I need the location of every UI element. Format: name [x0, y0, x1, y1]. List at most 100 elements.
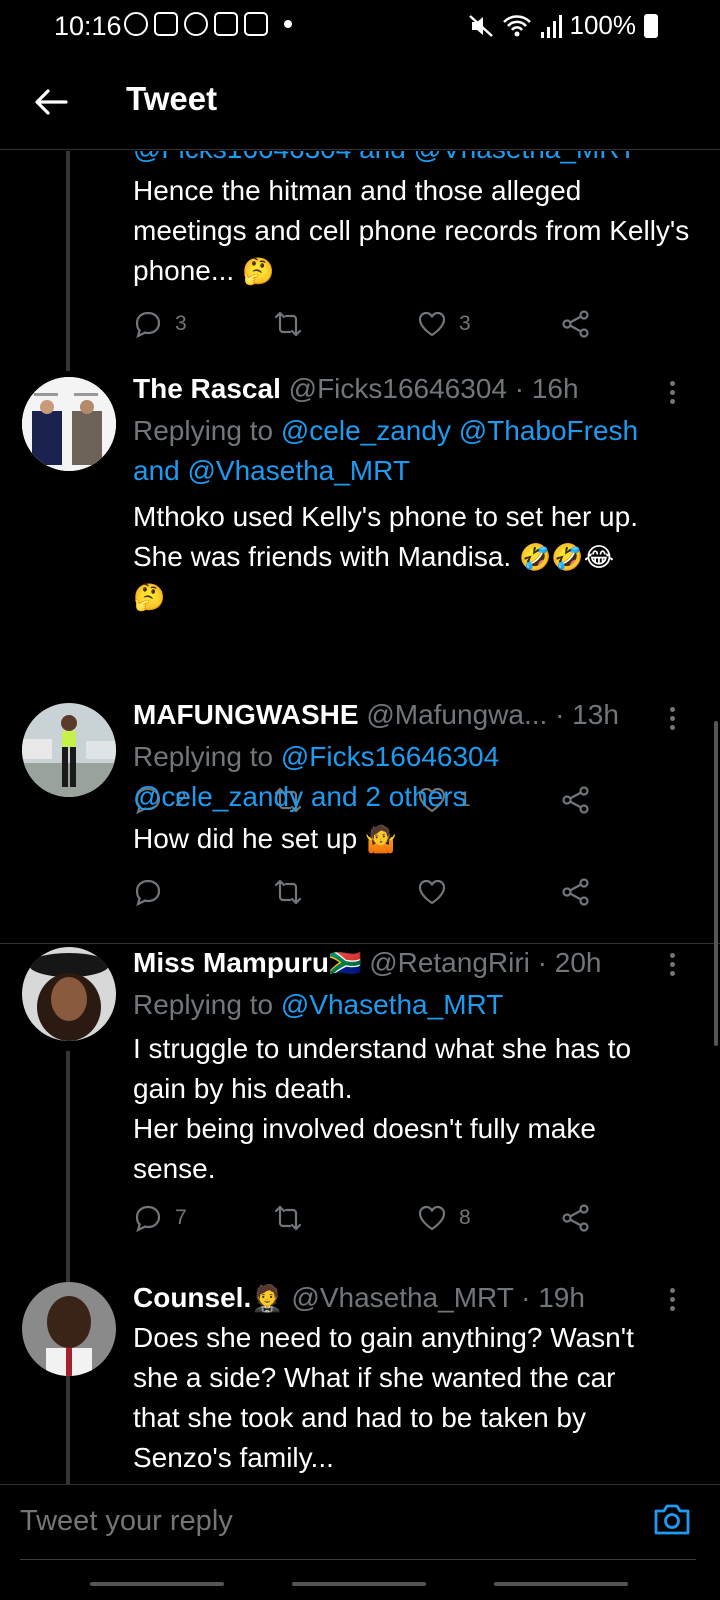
heart-icon [418, 311, 446, 337]
display-name[interactable]: Miss Mampuru [133, 947, 329, 978]
retweet-button[interactable] [273, 1201, 303, 1235]
tweet-text: Mthoko used Kelly's phone to set her up. [133, 501, 638, 532]
user-handle: @RetangRiri [369, 947, 530, 978]
checkbox-icon [244, 12, 268, 36]
separator-dot: · [521, 1282, 531, 1313]
tweet-actions: 7 8 [133, 1201, 613, 1241]
more-options-icon[interactable] [670, 953, 676, 980]
replying-to: Replying to @Vhasetha_MRT [133, 985, 680, 1025]
separator-dot: · [555, 699, 565, 730]
tweet-body: How did he set up 🤷 [133, 819, 690, 859]
more-options-icon[interactable] [670, 1288, 676, 1315]
more-options-icon[interactable] [670, 707, 676, 734]
tweet-body: Mthoko used Kelly's phone to set her up.… [133, 497, 690, 617]
tweet-text: Does she need to gain anything? Wasn't [133, 1322, 634, 1353]
youtube-icon [154, 12, 178, 36]
tweet-body: I struggle to understand what she has to… [133, 1029, 690, 1189]
avatar[interactable] [22, 703, 116, 797]
signal-icon [540, 14, 562, 38]
replying-to: Replying to @Ficks16646304 @cele_zandy a… [133, 737, 680, 817]
thinking-emoji: 🤔 [241, 256, 275, 286]
reply-count: 3 [175, 312, 187, 335]
separator-dot: · [537, 947, 547, 978]
status-bar: 10:16 100% [0, 0, 720, 52]
like-count: 3 [459, 312, 471, 335]
share-icon [562, 1204, 589, 1232]
tweet-text: Her being involved doesn't fully make [133, 1113, 596, 1144]
laughing-emoji: 🤣🤣😂 [518, 542, 615, 572]
back-arrow-icon[interactable] [30, 82, 70, 122]
share-button[interactable] [561, 307, 591, 341]
mention-link[interactable]: @Vhasetha_MRT [281, 989, 503, 1020]
tweet-header: The Rascal @Ficks16646304 · 16h [133, 373, 670, 405]
reply-button[interactable] [133, 875, 163, 909]
tweet-text: How did he set up [133, 823, 358, 854]
reply-icon [135, 311, 161, 339]
tweet-text: I struggle to understand what she has to [133, 1033, 632, 1064]
more-notifications-icon [284, 20, 292, 28]
user-handle: @Mafungwa... [366, 699, 548, 730]
like-button[interactable] [417, 875, 447, 909]
avatar[interactable] [22, 377, 116, 471]
mention-link[interactable]: and @Vhasetha_MRT [133, 455, 410, 486]
separator-dot: · [514, 373, 525, 404]
reply-feed[interactable]: @Ficks16646304 and @Vhasetha_MRT Hence t… [0, 151, 720, 1484]
tweet-text: sense. [133, 1153, 216, 1184]
retweet-button[interactable] [273, 875, 303, 909]
tweet-text: Senzo's family... [133, 1442, 334, 1473]
divider [0, 943, 720, 944]
avatar-image [22, 703, 116, 797]
nav-recents[interactable] [90, 1582, 224, 1586]
thread-line [66, 1387, 70, 1484]
share-button[interactable] [561, 1201, 591, 1235]
tweet-header: Miss Mampuru🇿🇦 @RetangRiri · 20h [133, 947, 670, 979]
battery-percent: 100% [569, 10, 637, 40]
display-name[interactable]: The Rascal [133, 373, 281, 404]
reply-icon [135, 879, 161, 907]
person-in-tuxedo-emoji: 🤵 [251, 1283, 284, 1313]
avatar[interactable] [22, 1282, 116, 1376]
thinking-emoji: 🤔 [133, 582, 166, 612]
status-right: 100% [468, 10, 658, 41]
system-nav-bar [0, 1582, 720, 1586]
scrollbar[interactable] [714, 721, 718, 1046]
clipped-mention-line[interactable]: @Ficks16646304 and @Vhasetha_MRT [133, 151, 680, 169]
tweet-actions [133, 875, 613, 915]
tweet-text-line: She was friends with Mandisa. 🤣🤣😂 [133, 537, 690, 577]
share-button[interactable] [561, 875, 591, 909]
wifi-icon [502, 14, 531, 36]
reply-icon [135, 1205, 161, 1233]
display-name[interactable]: Counsel. [133, 1282, 251, 1313]
app-icon [184, 12, 208, 36]
avatar[interactable] [22, 947, 116, 1041]
south-africa-flag-emoji: 🇿🇦 [329, 948, 362, 978]
reply-count: 7 [175, 1206, 187, 1229]
retweet-icon [274, 1205, 302, 1231]
mention-link[interactable]: @Ficks16646304 [281, 741, 499, 772]
whatsapp-icon [124, 12, 148, 36]
nav-back[interactable] [494, 1582, 628, 1586]
tweet-body: Does she need to gain anything? Wasn't s… [133, 1318, 690, 1478]
tweet-text: gain by his death. [133, 1073, 353, 1104]
mention-link[interactable]: @cele_zandy and 2 others [133, 781, 467, 812]
input-underline [20, 1559, 696, 1560]
tweet-header: MAFUNGWASHE @Mafungwa... · 13h [133, 699, 670, 731]
share-icon [562, 878, 589, 906]
mute-icon [468, 14, 493, 37]
like-button[interactable]: 3 [417, 307, 471, 341]
reply-composer [0, 1484, 720, 1600]
nav-home[interactable] [292, 1582, 426, 1586]
reply-button[interactable]: 3 [133, 307, 187, 341]
reply-input[interactable] [20, 1495, 620, 1547]
mention-link[interactable]: @cele_zandy @ThaboFresh [281, 415, 638, 446]
camera-icon[interactable] [652, 1501, 692, 1537]
like-button[interactable]: 8 [417, 1201, 471, 1235]
heart-icon [418, 879, 446, 905]
tweet-text: Hence the hitman and those alleged meeti… [133, 175, 690, 286]
reply-button[interactable]: 7 [133, 1201, 187, 1235]
more-options-icon[interactable] [670, 381, 676, 408]
replying-prefix: Replying to [133, 741, 274, 772]
retweet-button[interactable] [273, 307, 303, 341]
retweet-icon [274, 311, 302, 337]
display-name[interactable]: MAFUNGWASHE [133, 699, 359, 730]
